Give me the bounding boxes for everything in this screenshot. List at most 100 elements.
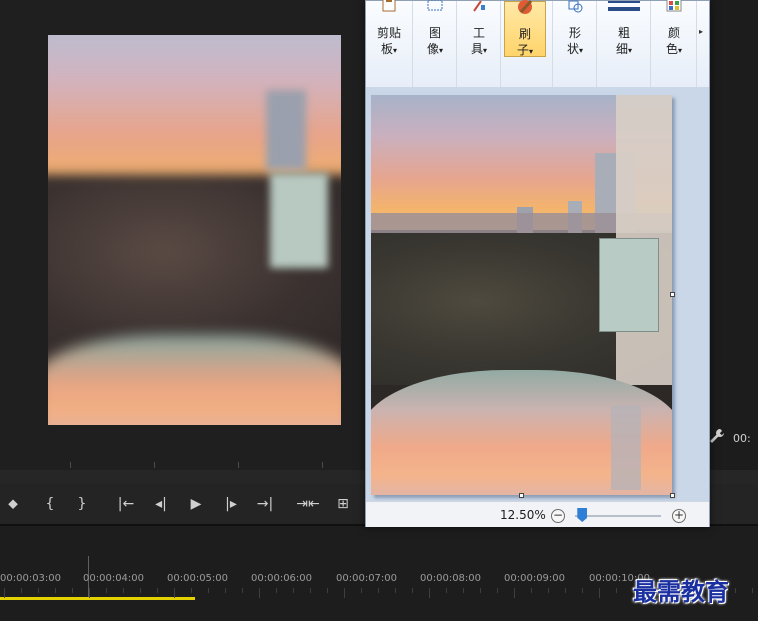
timeline-tick	[21, 588, 22, 593]
zoom-out-button[interactable]: −	[551, 509, 565, 523]
timeline-tick	[735, 588, 736, 593]
timeline-tick	[395, 588, 396, 593]
clipboard-button[interactable]: 剪贴 板▾	[369, 0, 409, 61]
resize-handle-corner[interactable]	[670, 493, 675, 498]
ribbon-label: 粗	[617, 26, 630, 40]
timeline-tick	[38, 588, 39, 593]
timeline-tick	[242, 588, 243, 593]
timecode-label: 00:00:05:00	[167, 573, 229, 584]
ribbon-label: 具▾	[470, 42, 488, 56]
step-forward-button[interactable]: |▸	[219, 492, 243, 516]
ribbon-group-brushes: 刷 子▾	[501, 0, 553, 87]
timeline-tick	[599, 588, 600, 598]
extract-button[interactable]: ⊞	[331, 492, 355, 516]
timeline-tick	[72, 588, 73, 593]
ruler-tick	[238, 462, 239, 468]
watermark-text: 最需教育	[633, 577, 729, 606]
ribbon-group-colors: 颜 色▾	[651, 0, 697, 87]
ribbon-label: 板▾	[380, 42, 398, 56]
timecode-label: 00:00:08:00	[420, 573, 482, 584]
shapes-icon	[565, 0, 585, 15]
ribbon-label: 色▾	[665, 42, 683, 56]
zoom-slider-track[interactable]	[575, 515, 661, 517]
go-to-in-button[interactable]: |←	[114, 492, 138, 516]
timeline-tick	[412, 588, 413, 593]
timeline-tick	[140, 588, 141, 593]
ribbon-label: 像▾	[426, 42, 444, 56]
ribbon-group-tools: 工 具▾	[457, 0, 501, 87]
paint-canvas-area	[366, 87, 709, 501]
ribbon-group-clipboard: 剪贴 板▾	[366, 0, 413, 87]
lift-button[interactable]: ⇥⇤	[296, 492, 320, 516]
wrench-icon[interactable]	[709, 428, 725, 444]
play-button[interactable]: ▶	[184, 492, 208, 516]
ribbon-group-shapes: 形 状▾	[553, 0, 597, 87]
resize-handle-bottom[interactable]	[519, 493, 524, 498]
colors-button[interactable]: 颜 色▾	[654, 0, 694, 61]
ribbon-group-size: 粗 细▾	[597, 1, 651, 87]
go-to-out-button[interactable]: →|	[253, 492, 277, 516]
timeline-tick	[548, 588, 549, 593]
paint-window: 剪贴 板▾ 图 像▾ 工 具▾ 刷 子▾ 形 状▾ 粗 细▾ 颜 色▾ ▸ 12…	[365, 0, 710, 527]
timeline-tick	[616, 588, 617, 593]
image-canvas[interactable]	[371, 95, 672, 495]
timeline-tick	[582, 588, 583, 593]
ruler-tick	[154, 462, 155, 468]
timeline-tick	[514, 588, 515, 598]
colors-icon	[664, 0, 684, 15]
image-button[interactable]: 图 像▾	[415, 0, 455, 61]
timeline-tick	[276, 588, 277, 593]
timeline-tick	[4, 588, 5, 598]
ribbon-more-arrow[interactable]: ▸	[699, 27, 703, 36]
tools-button[interactable]: 工 具▾	[459, 0, 499, 61]
timeline-tick	[752, 588, 753, 593]
timeline-tick	[225, 588, 226, 593]
program-monitor-preview	[48, 35, 341, 425]
line-width-icon	[607, 0, 641, 15]
step-back-button[interactable]: ◂|	[149, 492, 173, 516]
right-panel-edge	[710, 0, 758, 470]
timecode-label: 00:00:04:00	[83, 573, 145, 584]
timecode-label: 00:00:09:00	[504, 573, 566, 584]
add-marker-button[interactable]: ⬥	[1, 492, 25, 516]
ribbon-label: 子▾	[516, 43, 534, 57]
shapes-button[interactable]: 形 状▾	[555, 0, 595, 61]
zoom-slider-thumb[interactable]	[577, 508, 588, 522]
timeline-tick	[259, 588, 260, 598]
timeline-tick	[310, 588, 311, 593]
timecode-label: 00:00:03:00	[0, 573, 62, 584]
ribbon-label: 颜	[667, 26, 680, 40]
ribbon-label: 剪贴	[376, 26, 401, 40]
right-timecode: 00:	[733, 432, 751, 445]
timeline-tick	[157, 588, 158, 593]
timeline-tick	[344, 588, 345, 598]
timecode-label: 00:00:07:00	[336, 573, 398, 584]
work-area-bar[interactable]	[0, 597, 195, 600]
mark-in-button[interactable]: {	[38, 492, 62, 516]
timeline-tick	[55, 588, 56, 593]
timeline-tick	[429, 588, 430, 598]
timeline-tick	[480, 588, 481, 593]
timeline-tick	[497, 588, 498, 593]
tools-icon	[469, 0, 489, 15]
timeline-tick	[327, 588, 328, 593]
timeline-tick	[361, 588, 362, 593]
timeline-tick	[531, 588, 532, 593]
timeline-tick	[89, 588, 90, 598]
ruler-tick	[70, 462, 71, 468]
ribbon-label: 刷	[518, 27, 531, 41]
timeline-tick	[106, 588, 107, 593]
ribbon-label: 形	[568, 26, 581, 40]
resize-handle-right[interactable]	[670, 292, 675, 297]
mark-out-button[interactable]: }	[70, 492, 94, 516]
timeline-tick	[463, 588, 464, 593]
timeline-tick	[565, 588, 566, 593]
timeline-tick	[446, 588, 447, 593]
timeline-tick	[123, 588, 124, 593]
size-button[interactable]: 粗 细▾	[604, 1, 644, 61]
zoom-in-button[interactable]: +	[672, 509, 686, 523]
brushes-button[interactable]: 刷 子▾	[504, 0, 546, 57]
timeline-tick	[174, 588, 175, 598]
ribbon-label: 细▾	[615, 42, 633, 56]
timecode-label: 00:00:06:00	[251, 573, 313, 584]
